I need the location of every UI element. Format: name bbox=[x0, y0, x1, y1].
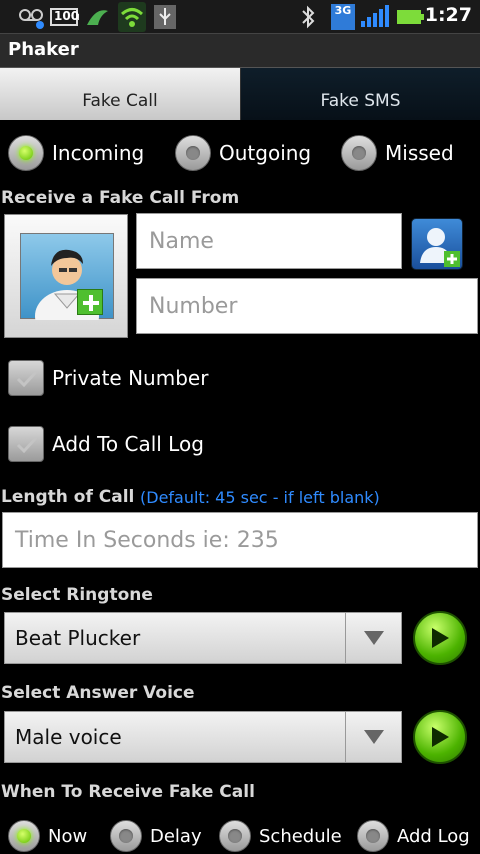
clock: 1:27 bbox=[424, 4, 472, 26]
call-length-input[interactable]: Time In Seconds ie: 235 bbox=[2, 512, 478, 568]
play-icon bbox=[432, 727, 449, 747]
name-input[interactable]: Name bbox=[136, 213, 402, 269]
length-of-call-label: Length of Call bbox=[1, 487, 135, 507]
battery-percent-text: 100 bbox=[54, 9, 80, 23]
radio-incoming[interactable]: Incoming bbox=[8, 135, 144, 171]
radio-missed-label: Missed bbox=[385, 141, 454, 165]
receive-from-label: Receive a Fake Call From bbox=[1, 188, 240, 208]
radio-button-icon[interactable] bbox=[175, 135, 211, 171]
radio-add-log-label: Add Log bbox=[397, 825, 470, 847]
number-input[interactable]: Number bbox=[136, 278, 478, 334]
app-title: Phaker bbox=[8, 39, 79, 60]
ringtone-dropdown[interactable]: Beat Plucker bbox=[4, 612, 402, 664]
battery-icon bbox=[396, 5, 426, 29]
radio-missed[interactable]: Missed bbox=[341, 135, 454, 171]
usb-icon bbox=[154, 5, 176, 29]
radio-delay-label: Delay bbox=[150, 825, 202, 847]
select-answer-voice-label: Select Answer Voice bbox=[1, 683, 195, 703]
private-number-label: Private Number bbox=[52, 366, 209, 390]
status-bar: 100 3G 1:27 bbox=[0, 0, 480, 34]
app-title-bar: Phaker bbox=[0, 34, 480, 68]
radio-button-icon[interactable] bbox=[219, 820, 251, 852]
play-ringtone-button[interactable] bbox=[413, 611, 467, 665]
add-photo-icon bbox=[77, 289, 103, 315]
add-to-call-log-label: Add To Call Log bbox=[52, 432, 204, 456]
network-type-badge: 3G bbox=[331, 4, 355, 30]
ringtone-selected: Beat Plucker bbox=[15, 626, 141, 650]
radio-now-label: Now bbox=[48, 825, 88, 847]
app-logo-icon bbox=[84, 5, 110, 29]
dropdown-arrow-icon bbox=[345, 613, 401, 663]
contact-picker-icon bbox=[420, 228, 460, 267]
radio-add-log[interactable]: Add Log bbox=[357, 820, 470, 852]
signal-strength-icon bbox=[360, 5, 392, 29]
play-answer-voice-button[interactable] bbox=[413, 710, 467, 764]
radio-button-icon[interactable] bbox=[110, 820, 142, 852]
radio-outgoing-label: Outgoing bbox=[219, 141, 312, 165]
add-to-call-log-checkbox[interactable]: Add To Call Log bbox=[8, 426, 204, 462]
radio-schedule[interactable]: Schedule bbox=[219, 820, 342, 852]
wifi-icon bbox=[118, 2, 146, 32]
radio-schedule-label: Schedule bbox=[259, 825, 342, 847]
checkbox-icon[interactable] bbox=[8, 360, 44, 396]
bluetooth-icon bbox=[300, 5, 316, 29]
radio-button-icon[interactable] bbox=[8, 135, 44, 171]
contact-photo-button[interactable] bbox=[4, 214, 128, 342]
when-to-receive-label: When To Receive Fake Call bbox=[1, 782, 255, 802]
radio-button-icon[interactable] bbox=[8, 820, 40, 852]
tab-fake-call[interactable]: Fake Call bbox=[0, 68, 240, 120]
radio-incoming-label: Incoming bbox=[52, 141, 145, 165]
tab-bar: Fake Call Fake SMS bbox=[0, 68, 480, 120]
play-icon bbox=[432, 628, 449, 648]
private-number-checkbox[interactable]: Private Number bbox=[8, 360, 208, 396]
voicemail-icon bbox=[18, 5, 44, 29]
radio-button-icon[interactable] bbox=[357, 820, 389, 852]
radio-delay[interactable]: Delay bbox=[110, 820, 202, 852]
radio-outgoing[interactable]: Outgoing bbox=[175, 135, 311, 171]
tab-fake-sms[interactable]: Fake SMS bbox=[240, 68, 480, 120]
length-of-call-hint: (Default: 45 sec - if left blank) bbox=[140, 488, 380, 507]
radio-now[interactable]: Now bbox=[8, 820, 87, 852]
dropdown-arrow-icon bbox=[345, 712, 401, 762]
pick-contact-button[interactable] bbox=[411, 218, 463, 270]
select-ringtone-label: Select Ringtone bbox=[1, 585, 153, 605]
answer-voice-dropdown[interactable]: Male voice bbox=[4, 711, 402, 763]
radio-button-icon[interactable] bbox=[341, 135, 377, 171]
answer-voice-selected: Male voice bbox=[15, 725, 122, 749]
checkbox-icon[interactable] bbox=[8, 426, 44, 462]
